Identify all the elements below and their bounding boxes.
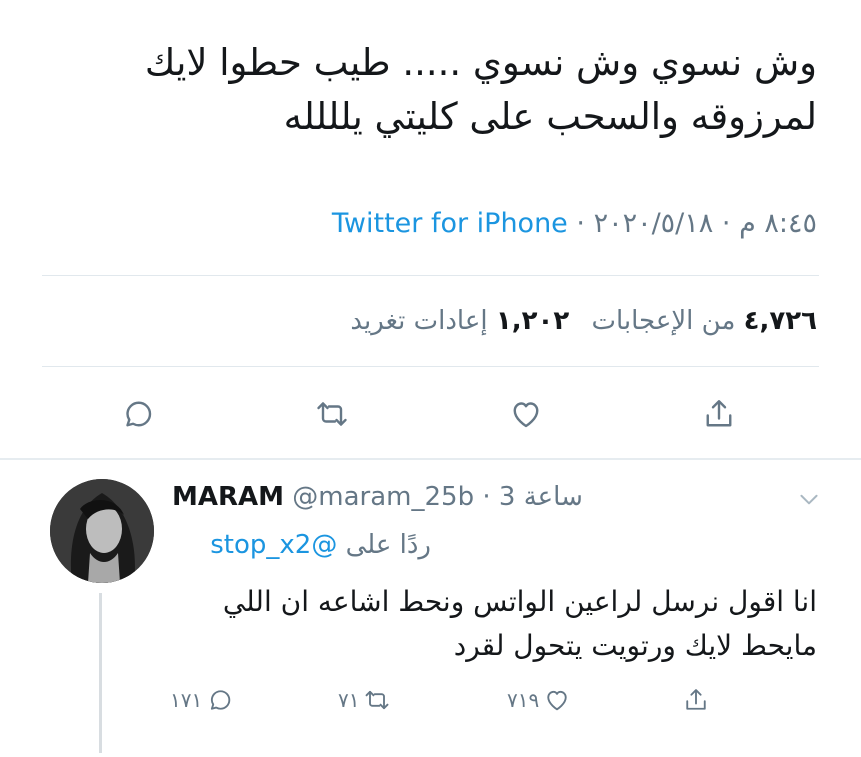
likes-label: من الإعجابات <box>591 306 736 336</box>
divider <box>42 366 819 367</box>
retweet-icon <box>366 690 389 710</box>
tweet-text-line-1: وش نسوي وش نسوي ..... طيب حطوا لايك <box>144 41 817 84</box>
tweet-source[interactable]: Twitter for iPhone <box>332 208 568 239</box>
retweets-count: ١,٢٠٢ <box>495 306 570 336</box>
reply-author-handle[interactable]: @maram_25b <box>292 482 474 512</box>
reply-text-line-1: انا اقول نرسل لراعين الواتس ونحط اشاعه ا… <box>222 585 817 618</box>
chevron-down-icon <box>800 494 818 505</box>
divider <box>42 275 819 276</box>
section-divider <box>0 458 861 460</box>
tweet-menu-button[interactable] <box>796 486 822 516</box>
tweet-text-line-2: لمرزوقه والسحب على كليتي يلللله <box>283 95 817 138</box>
replying-to-handle[interactable]: @stop_x2 <box>210 530 337 560</box>
header-separator: · <box>482 482 491 512</box>
meta-separator: · <box>721 208 731 239</box>
tweet-stats: ٤,٧٢٦ من الإعجابات ١,٢٠٢ إعادات تغريد <box>350 306 817 336</box>
tweet-date[interactable]: ٢٠٢٠/٥/١٨ <box>594 208 714 239</box>
thread-line <box>99 593 102 753</box>
reply-like-count: ٧١٩ <box>507 688 540 712</box>
meta-separator: · <box>576 208 585 239</box>
share-button[interactable] <box>697 392 741 436</box>
heart-icon <box>513 402 539 428</box>
share-icon <box>706 400 732 427</box>
retweet-icon <box>317 402 347 426</box>
reply-time[interactable]: 3 ساعة <box>499 482 583 512</box>
reply-like-button[interactable]: ٧١٩ <box>507 680 571 720</box>
retweet-button[interactable] <box>310 392 354 436</box>
reply-retweet-button[interactable]: ٧١ <box>338 680 391 720</box>
tweet-text: وش نسوي وش نسوي ..... طيب حطوا لايك لمرز… <box>37 36 817 144</box>
reply-icon <box>126 401 152 427</box>
tweet-meta: ٨:٤٥ م · ٢٠٢٠/٥/١٨ · Twitter for iPhone <box>332 208 817 239</box>
reply-retweet-count: ٧١ <box>338 688 360 712</box>
reply-text-line-2: مايحط لايك ورتويت يتحول لقرد <box>453 629 817 662</box>
retweets-stat[interactable]: ١,٢٠٢ إعادات تغريد <box>350 306 569 336</box>
tweet-time[interactable]: ٨:٤٥ م <box>739 208 817 239</box>
avatar-image <box>50 479 154 583</box>
reply-icon <box>211 690 231 710</box>
likes-count: ٤,٧٢٦ <box>743 306 817 336</box>
reply-share-button[interactable] <box>682 680 710 720</box>
reply-text: انا اقول نرسل لراعين الواتس ونحط اشاعه ا… <box>177 580 817 668</box>
reply-reply-button[interactable]: ١٧١ <box>170 680 234 720</box>
replying-to-label: ردًا على <box>345 530 431 560</box>
reply-button[interactable] <box>116 392 160 436</box>
heart-icon <box>547 690 567 711</box>
reply-header: MARAM @maram_25b · 3 ساعة <box>172 482 583 512</box>
retweets-label: إعادات تغريد <box>350 306 488 336</box>
reply-reply-count: ١٧١ <box>170 688 203 712</box>
replying-to: ردًا على @stop_x2 <box>210 530 431 560</box>
likes-stat[interactable]: ٤,٧٢٦ من الإعجابات <box>591 306 817 336</box>
reply-author-name[interactable]: MARAM <box>172 482 284 512</box>
like-button[interactable] <box>504 392 548 436</box>
share-icon <box>686 689 706 710</box>
avatar[interactable] <box>50 479 154 583</box>
